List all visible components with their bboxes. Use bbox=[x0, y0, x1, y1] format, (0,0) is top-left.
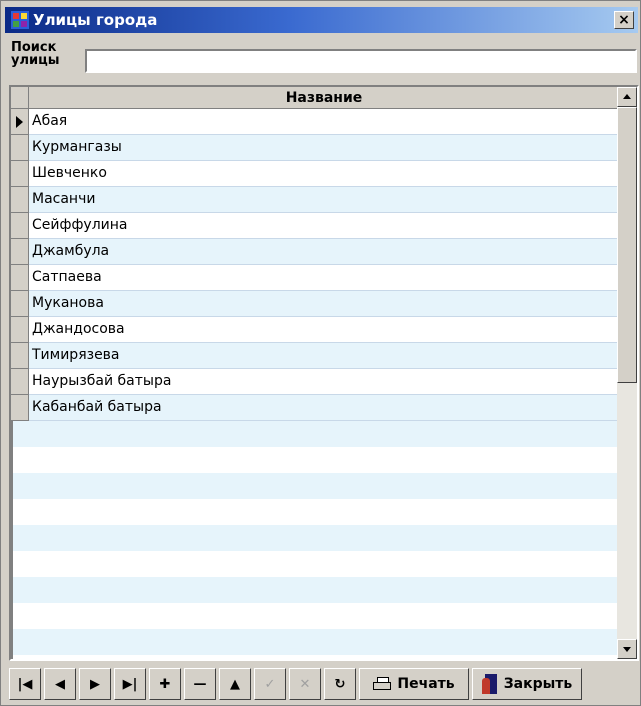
edit-up-icon: ▲ bbox=[230, 676, 240, 692]
row-indicator[interactable] bbox=[11, 265, 29, 291]
refresh-button[interactable]: ↻ bbox=[324, 668, 356, 700]
table-row[interactable]: Кабанбай батыра bbox=[11, 395, 619, 421]
first-record-button[interactable]: |◀ bbox=[9, 668, 41, 700]
title-bar[interactable]: Улицы города × bbox=[5, 7, 638, 33]
street-name-cell[interactable]: Джандосова bbox=[29, 317, 619, 343]
row-indicator[interactable] bbox=[11, 109, 29, 135]
table-row[interactable]: Масанчи bbox=[11, 187, 619, 213]
row-indicator[interactable] bbox=[11, 213, 29, 239]
first-record-icon: |◀ bbox=[17, 676, 33, 692]
table-row[interactable]: Курмангазы bbox=[11, 135, 619, 161]
street-name-cell[interactable]: Тимирязева bbox=[29, 343, 619, 369]
grid-header: Название bbox=[11, 87, 619, 109]
delete-record-button[interactable]: — bbox=[184, 668, 216, 700]
row-indicator[interactable] bbox=[11, 291, 29, 317]
grid-rows: Абая Курмангазы Шевченко Масанчи Сейффулина Д… bbox=[11, 109, 619, 421]
street-name-cell[interactable]: Абая bbox=[29, 109, 619, 135]
table-row[interactable]: Наурызбай батыра bbox=[11, 369, 619, 395]
table-row[interactable]: Джандосова bbox=[11, 317, 619, 343]
scroll-up-button[interactable] bbox=[617, 87, 637, 107]
table-row[interactable]: Тимирязева bbox=[11, 343, 619, 369]
row-indicator[interactable] bbox=[11, 135, 29, 161]
plus-icon: ✚ bbox=[159, 676, 171, 692]
row-indicator[interactable] bbox=[11, 187, 29, 213]
table-row[interactable]: Абая bbox=[11, 109, 619, 135]
minus-icon: — bbox=[193, 676, 207, 692]
street-name-cell[interactable]: Сатпаева bbox=[29, 265, 619, 291]
checkmark-icon: ✓ bbox=[264, 676, 276, 692]
prior-record-icon: ◀ bbox=[55, 676, 65, 692]
street-name-cell[interactable]: Наурызбай батыра bbox=[29, 369, 619, 395]
street-search-input[interactable] bbox=[85, 49, 637, 73]
close-icon: × bbox=[618, 12, 630, 28]
row-indicator[interactable] bbox=[11, 239, 29, 265]
row-indicator[interactable] bbox=[11, 161, 29, 187]
table-row[interactable]: Сатпаева bbox=[11, 265, 619, 291]
app-icon bbox=[11, 11, 29, 29]
street-name-cell[interactable]: Кабанбай батыра bbox=[29, 395, 619, 421]
row-indicator[interactable] bbox=[11, 343, 29, 369]
next-record-button[interactable]: ▶ bbox=[79, 668, 111, 700]
indicator-column-edge bbox=[11, 421, 13, 659]
row-indicator[interactable] bbox=[11, 369, 29, 395]
street-name-cell[interactable]: Джамбула bbox=[29, 239, 619, 265]
street-name-cell[interactable]: Шевченко bbox=[29, 161, 619, 187]
street-name-cell[interactable]: Муканова bbox=[29, 291, 619, 317]
last-record-button[interactable]: ▶| bbox=[114, 668, 146, 700]
column-header-name[interactable]: Название bbox=[29, 87, 619, 109]
streets-dialog: Улицы города × Поиск улицы Название Абая… bbox=[0, 0, 641, 706]
scroll-thumb[interactable] bbox=[617, 107, 637, 383]
table-row[interactable]: Джамбула bbox=[11, 239, 619, 265]
print-button[interactable]: Печать bbox=[359, 668, 469, 700]
door-exit-icon bbox=[481, 674, 498, 694]
street-name-cell[interactable]: Масанчи bbox=[29, 187, 619, 213]
arrow-down-icon bbox=[623, 647, 631, 652]
empty-grid-area bbox=[11, 421, 619, 659]
close-window-button[interactable]: × bbox=[614, 11, 634, 29]
scroll-down-button[interactable] bbox=[617, 639, 637, 659]
street-name-cell[interactable]: Курмангазы bbox=[29, 135, 619, 161]
table-row[interactable]: Шевченко bbox=[11, 161, 619, 187]
streets-grid[interactable]: Название Абая Курмангазы Шевченко Масанчи Се… bbox=[9, 85, 639, 661]
street-name-cell[interactable]: Сейффулина bbox=[29, 213, 619, 239]
arrow-up-icon bbox=[623, 94, 631, 99]
post-record-button[interactable]: ✓ bbox=[254, 668, 286, 700]
search-label: Поиск улицы bbox=[11, 40, 60, 68]
close-button[interactable]: Закрыть bbox=[472, 668, 582, 700]
cancel-x-icon: ✕ bbox=[299, 676, 311, 692]
search-group: Поиск улицы bbox=[9, 39, 637, 81]
row-indicator[interactable] bbox=[11, 317, 29, 343]
header-indicator-cell bbox=[11, 87, 29, 109]
printer-icon bbox=[373, 677, 392, 691]
table-row[interactable]: Сейффулина bbox=[11, 213, 619, 239]
db-navigator: |◀ ◀ ▶ ▶| ✚ — ▲ ✓ ✕ ↻ Печать Закрыть bbox=[9, 665, 639, 703]
vertical-scrollbar[interactable] bbox=[617, 87, 637, 659]
refresh-icon: ↻ bbox=[334, 676, 346, 692]
row-indicator[interactable] bbox=[11, 395, 29, 421]
edit-record-button[interactable]: ▲ bbox=[219, 668, 251, 700]
prior-record-button[interactable]: ◀ bbox=[44, 668, 76, 700]
cancel-edit-button[interactable]: ✕ bbox=[289, 668, 321, 700]
insert-record-button[interactable]: ✚ bbox=[149, 668, 181, 700]
next-record-icon: ▶ bbox=[90, 676, 100, 692]
last-record-icon: ▶| bbox=[122, 676, 138, 692]
table-row[interactable]: Муканова bbox=[11, 291, 619, 317]
window-title: Улицы города bbox=[33, 11, 158, 29]
current-row-arrow-icon bbox=[16, 116, 23, 128]
